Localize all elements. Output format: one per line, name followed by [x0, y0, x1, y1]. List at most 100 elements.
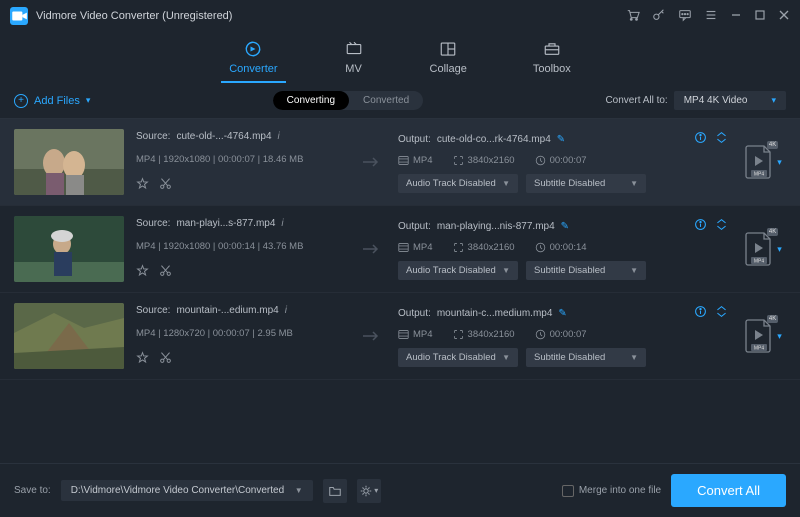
edit-effects-button[interactable] [136, 264, 149, 280]
format-dropdown-chevron[interactable]: ▾ [777, 157, 782, 168]
trim-button[interactable] [159, 351, 172, 367]
trim-button[interactable] [159, 264, 172, 280]
tab-converter-label: Converter [229, 63, 277, 75]
merge-checkbox[interactable]: Merge into one file [562, 485, 661, 497]
output-duration: 00:00:14 [550, 242, 587, 253]
menu-icon[interactable] [704, 8, 718, 25]
thumbnail[interactable] [14, 216, 124, 282]
tab-toolbox-label: Toolbox [533, 63, 571, 75]
audio-track-dropdown[interactable]: Audio Track Disabled▼ [398, 174, 518, 193]
toolbox-icon [542, 40, 562, 58]
mv-icon [344, 40, 364, 58]
tab-mv-label: MV [345, 63, 362, 75]
file-info-button[interactable] [694, 305, 707, 321]
chevron-down-icon: ▼ [630, 179, 638, 188]
subtitle-dropdown[interactable]: Subtitle Disabled▼ [526, 174, 646, 193]
convert-all-to-label: Convert All to: [605, 95, 667, 106]
source-meta: MP4 | 1920x1080 | 00:00:07 | 18.46 MB [136, 154, 346, 165]
maximize-button[interactable] [754, 9, 766, 24]
feedback-icon[interactable] [678, 8, 692, 25]
close-button[interactable] [778, 9, 790, 24]
open-folder-button[interactable] [323, 479, 347, 503]
format-badge[interactable]: 4K MP4 [744, 231, 774, 267]
output-duration: 00:00:07 [550, 155, 587, 166]
output-resolution: 3840x2160 [468, 242, 515, 253]
compress-button[interactable] [715, 218, 728, 234]
output-filename: mountain-c...medium.mp4 [437, 308, 553, 319]
add-files-button[interactable]: + Add Files ▾ [14, 94, 90, 108]
chevron-down-icon: ▼ [502, 179, 510, 188]
collage-icon [438, 40, 458, 58]
save-path-value: D:\Vidmore\Vidmore Video Converter\Conve… [71, 485, 284, 496]
tab-mv[interactable]: MV [336, 40, 372, 83]
convert-all-button[interactable]: Convert All [671, 474, 786, 507]
file-item[interactable]: Source: mountain-...edium.mp4 i MP4 | 12… [0, 293, 800, 380]
source-filename: man-playi...s-877.mp4 [176, 218, 275, 229]
source-label: Source: [136, 131, 170, 142]
plus-icon: + [14, 94, 28, 108]
key-icon[interactable] [652, 8, 666, 25]
app-logo-icon [10, 7, 28, 25]
chevron-down-icon: ▼ [295, 486, 303, 495]
output-format: MP4 [413, 155, 433, 166]
tab-toolbox[interactable]: Toolbox [525, 40, 579, 83]
thumbnail[interactable] [14, 129, 124, 195]
source-filename: cute-old-...-4764.mp4 [176, 131, 271, 142]
info-icon[interactable]: i [278, 131, 280, 142]
subtitle-dropdown[interactable]: Subtitle Disabled▼ [526, 348, 646, 367]
arrow-icon [358, 129, 386, 195]
output-label: Output: [398, 134, 431, 145]
output-resolution: 3840x2160 [468, 155, 515, 166]
file-item[interactable]: Source: man-playi...s-877.mp4 i MP4 | 19… [0, 206, 800, 293]
rename-button[interactable]: ✎ [558, 308, 566, 319]
subtitle-dropdown[interactable]: Subtitle Disabled▼ [526, 261, 646, 280]
tab-collage-label: Collage [430, 63, 467, 75]
format-badge[interactable]: 4K MP4 [744, 318, 774, 354]
edit-effects-button[interactable] [136, 177, 149, 193]
file-info-button[interactable] [694, 131, 707, 147]
file-item[interactable]: Source: cute-old-...-4764.mp4 i MP4 | 19… [0, 119, 800, 206]
format-dropdown-chevron[interactable]: ▾ [777, 331, 782, 342]
compress-button[interactable] [715, 131, 728, 147]
quality-badge: 4K [767, 228, 778, 236]
trim-button[interactable] [159, 177, 172, 193]
chevron-down-icon: ▼ [630, 353, 638, 362]
file-info-button[interactable] [694, 218, 707, 234]
output-filename: man-playing...nis-877.mp4 [437, 221, 555, 232]
output-resolution: 3840x2160 [468, 329, 515, 340]
svg-text:MP4: MP4 [754, 259, 765, 265]
tab-collage[interactable]: Collage [422, 40, 475, 83]
source-meta: MP4 | 1280x720 | 00:00:07 | 2.95 MB [136, 328, 346, 339]
thumbnail[interactable] [14, 303, 124, 369]
info-icon[interactable]: i [285, 305, 287, 316]
audio-track-dropdown[interactable]: Audio Track Disabled▼ [398, 348, 518, 367]
output-label: Output: [398, 308, 431, 319]
output-format: MP4 [413, 242, 433, 253]
seg-converted[interactable]: Converted [349, 91, 423, 110]
audio-track-dropdown[interactable]: Audio Track Disabled▼ [398, 261, 518, 280]
rename-button[interactable]: ✎ [557, 134, 565, 145]
info-icon[interactable]: i [281, 218, 283, 229]
edit-effects-button[interactable] [136, 351, 149, 367]
source-label: Source: [136, 305, 170, 316]
output-label: Output: [398, 221, 431, 232]
minimize-button[interactable] [730, 9, 742, 24]
preset-value: MP4 4K Video [684, 95, 748, 106]
quality-badge: 4K [767, 141, 778, 149]
cart-icon[interactable] [626, 8, 640, 25]
source-meta: MP4 | 1920x1080 | 00:00:14 | 43.76 MB [136, 241, 346, 252]
source-label: Source: [136, 218, 170, 229]
rename-button[interactable]: ✎ [561, 221, 569, 232]
seg-converting[interactable]: Converting [273, 91, 349, 110]
format-badge[interactable]: 4K MP4 [744, 144, 774, 180]
save-path-dropdown[interactable]: D:\Vidmore\Vidmore Video Converter\Conve… [61, 480, 313, 501]
app-title: Vidmore Video Converter (Unregistered) [36, 10, 626, 22]
chevron-down-icon: ▾ [771, 95, 776, 106]
output-preset-dropdown[interactable]: MP4 4K Video ▾ [674, 91, 786, 110]
format-dropdown-chevron[interactable]: ▾ [777, 244, 782, 255]
compress-button[interactable] [715, 305, 728, 321]
tab-converter[interactable]: Converter [221, 40, 285, 83]
arrow-icon [358, 303, 386, 369]
settings-button[interactable]: ▾ [357, 479, 381, 503]
output-format: MP4 [413, 329, 433, 340]
